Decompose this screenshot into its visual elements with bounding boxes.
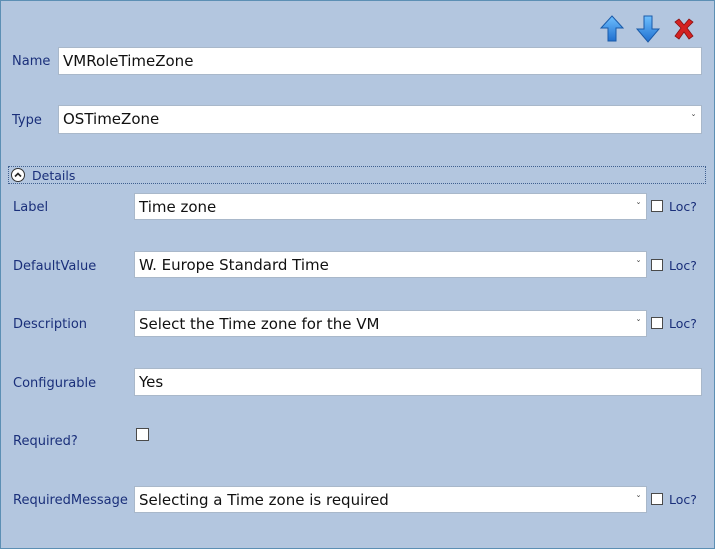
required-message-dropdown[interactable]: Selecting a Time zone is required ˇ xyxy=(134,486,647,513)
type-label: Type xyxy=(12,113,42,128)
configurable-input[interactable]: Yes xyxy=(134,368,702,396)
move-up-button[interactable] xyxy=(599,15,625,43)
default-value-value: W. Europe Standard Time xyxy=(139,256,329,274)
collapse-icon[interactable] xyxy=(11,168,25,182)
chevron-down-icon: ˇ xyxy=(636,319,641,330)
required-message-loc-label: Loc? xyxy=(669,492,697,507)
configurable-label: Configurable xyxy=(13,376,97,391)
chevron-down-icon: ˇ xyxy=(636,495,641,506)
default-value-loc-label: Loc? xyxy=(669,258,697,273)
description-loc-label: Loc? xyxy=(669,316,697,331)
description-label: Description xyxy=(13,317,88,332)
delete-button[interactable] xyxy=(672,17,696,41)
close-icon xyxy=(674,18,694,40)
chevron-down-icon: ˇ xyxy=(636,202,641,213)
description-loc-checkbox[interactable] xyxy=(651,317,663,329)
label-loc-label: Loc? xyxy=(669,199,697,214)
required-message-label: RequiredMessage xyxy=(13,493,128,508)
required-message-value: Selecting a Time zone is required xyxy=(139,491,389,509)
default-value-dropdown[interactable]: W. Europe Standard Time ˇ xyxy=(134,251,647,278)
description-value: Select the Time zone for the VM xyxy=(139,315,380,333)
default-value-loc-checkbox[interactable] xyxy=(651,259,663,271)
chevron-down-icon: ˇ xyxy=(691,114,696,125)
type-dropdown[interactable]: OSTimeZone ˇ xyxy=(58,105,702,134)
details-expander[interactable]: Details xyxy=(8,166,706,184)
label-dropdown[interactable]: Time zone ˇ xyxy=(134,193,647,220)
label-loc-checkbox[interactable] xyxy=(651,200,663,212)
required-checkbox[interactable] xyxy=(136,428,149,441)
details-label: Details xyxy=(32,168,76,183)
arrow-up-icon xyxy=(599,15,625,42)
label-label: Label xyxy=(13,200,49,215)
default-value-label: DefaultValue xyxy=(13,259,97,274)
move-down-button[interactable] xyxy=(635,15,661,43)
required-label: Required? xyxy=(13,434,78,449)
chevron-down-icon: ˇ xyxy=(636,260,641,271)
name-input[interactable]: VMRoleTimeZone xyxy=(58,47,702,75)
arrow-down-icon xyxy=(635,15,661,43)
type-value: OSTimeZone xyxy=(63,110,160,128)
properties-panel: Name VMRoleTimeZone Type OSTimeZone ˇ De… xyxy=(0,0,715,549)
required-message-loc-checkbox[interactable] xyxy=(651,493,663,505)
description-dropdown[interactable]: Select the Time zone for the VM ˇ xyxy=(134,310,647,337)
label-value: Time zone xyxy=(139,198,217,216)
name-label: Name xyxy=(12,54,51,69)
